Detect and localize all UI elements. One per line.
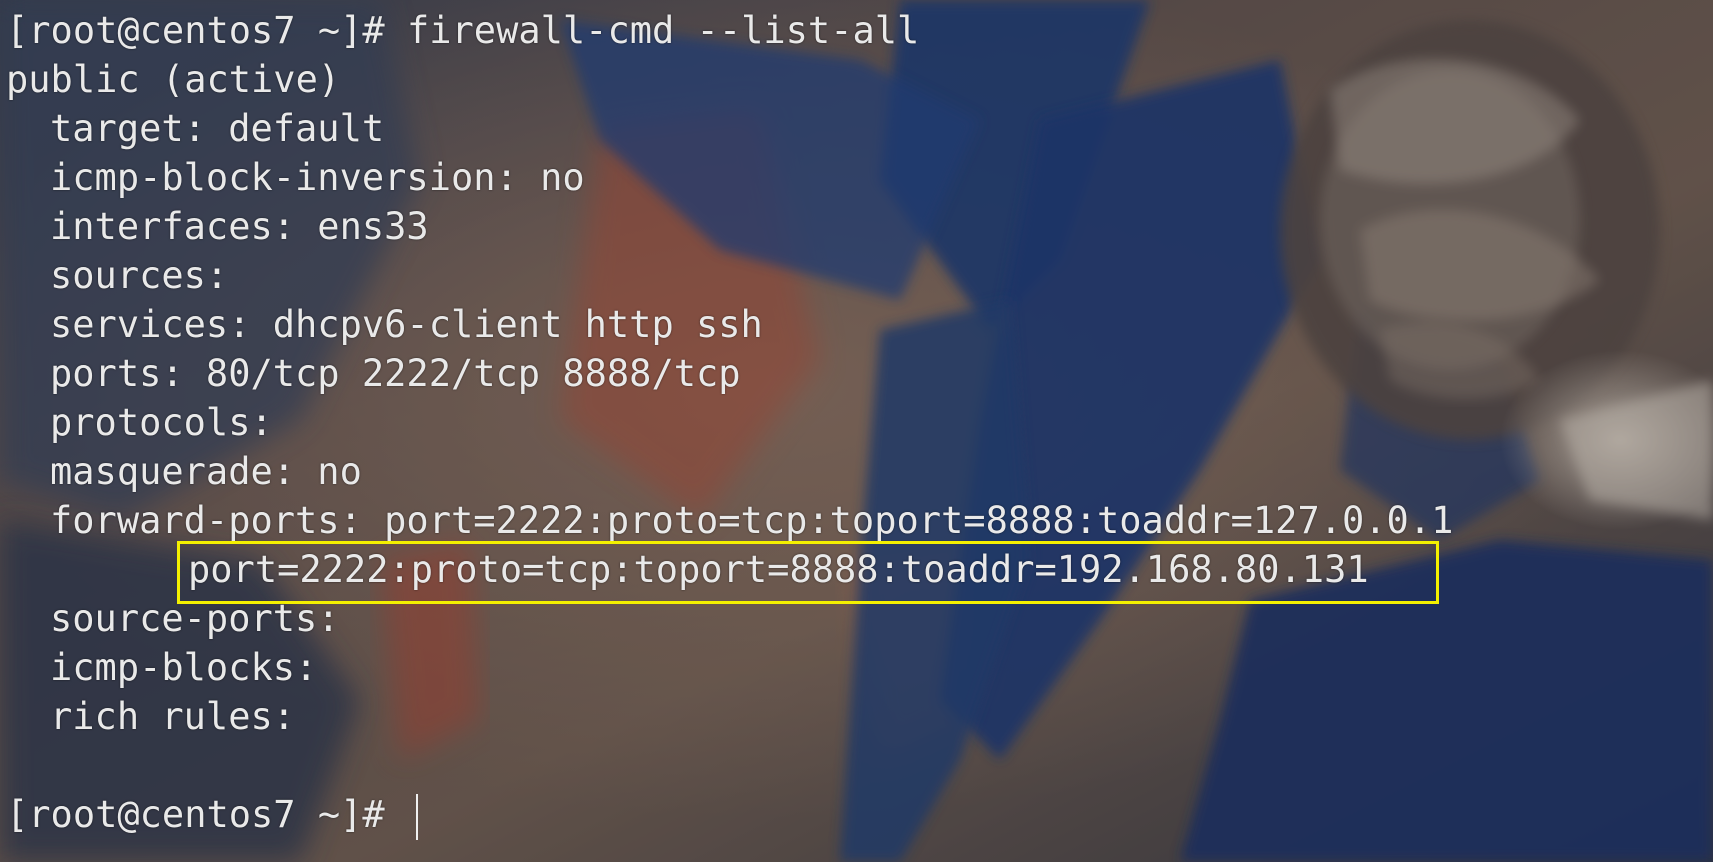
icmp-block-inversion-line: icmp-block-inversion: no [50, 156, 585, 199]
interfaces-line: interfaces: ens33 [50, 205, 429, 248]
icmp-blocks-line: icmp-blocks: [50, 646, 318, 689]
protocols-line: protocols: [50, 401, 273, 444]
final-prompt: [root@centos7 ~]# [6, 793, 385, 836]
masquerade-line: masquerade: no [50, 450, 362, 493]
services-line: services: dhcpv6-client http ssh [50, 303, 763, 346]
source-ports-line: source-ports: [50, 597, 340, 640]
text-cursor[interactable] [416, 794, 418, 840]
terminal-window[interactable]: [root@centos7 ~]# firewall-cmd --list-al… [0, 0, 1713, 862]
highlight-box [177, 541, 1439, 604]
command-line: [root@centos7 ~]# firewall-cmd --list-al… [6, 9, 920, 52]
ports-line: ports: 80/tcp 2222/tcp 8888/tcp [50, 352, 741, 395]
target-line: target: default [50, 107, 385, 150]
sources-line: sources: [50, 254, 229, 297]
zone-line: public (active) [6, 58, 341, 101]
forward-ports-line: forward-ports: port=2222:proto=tcp:topor… [50, 499, 1454, 542]
rich-rules-line: rich rules: [50, 695, 296, 738]
